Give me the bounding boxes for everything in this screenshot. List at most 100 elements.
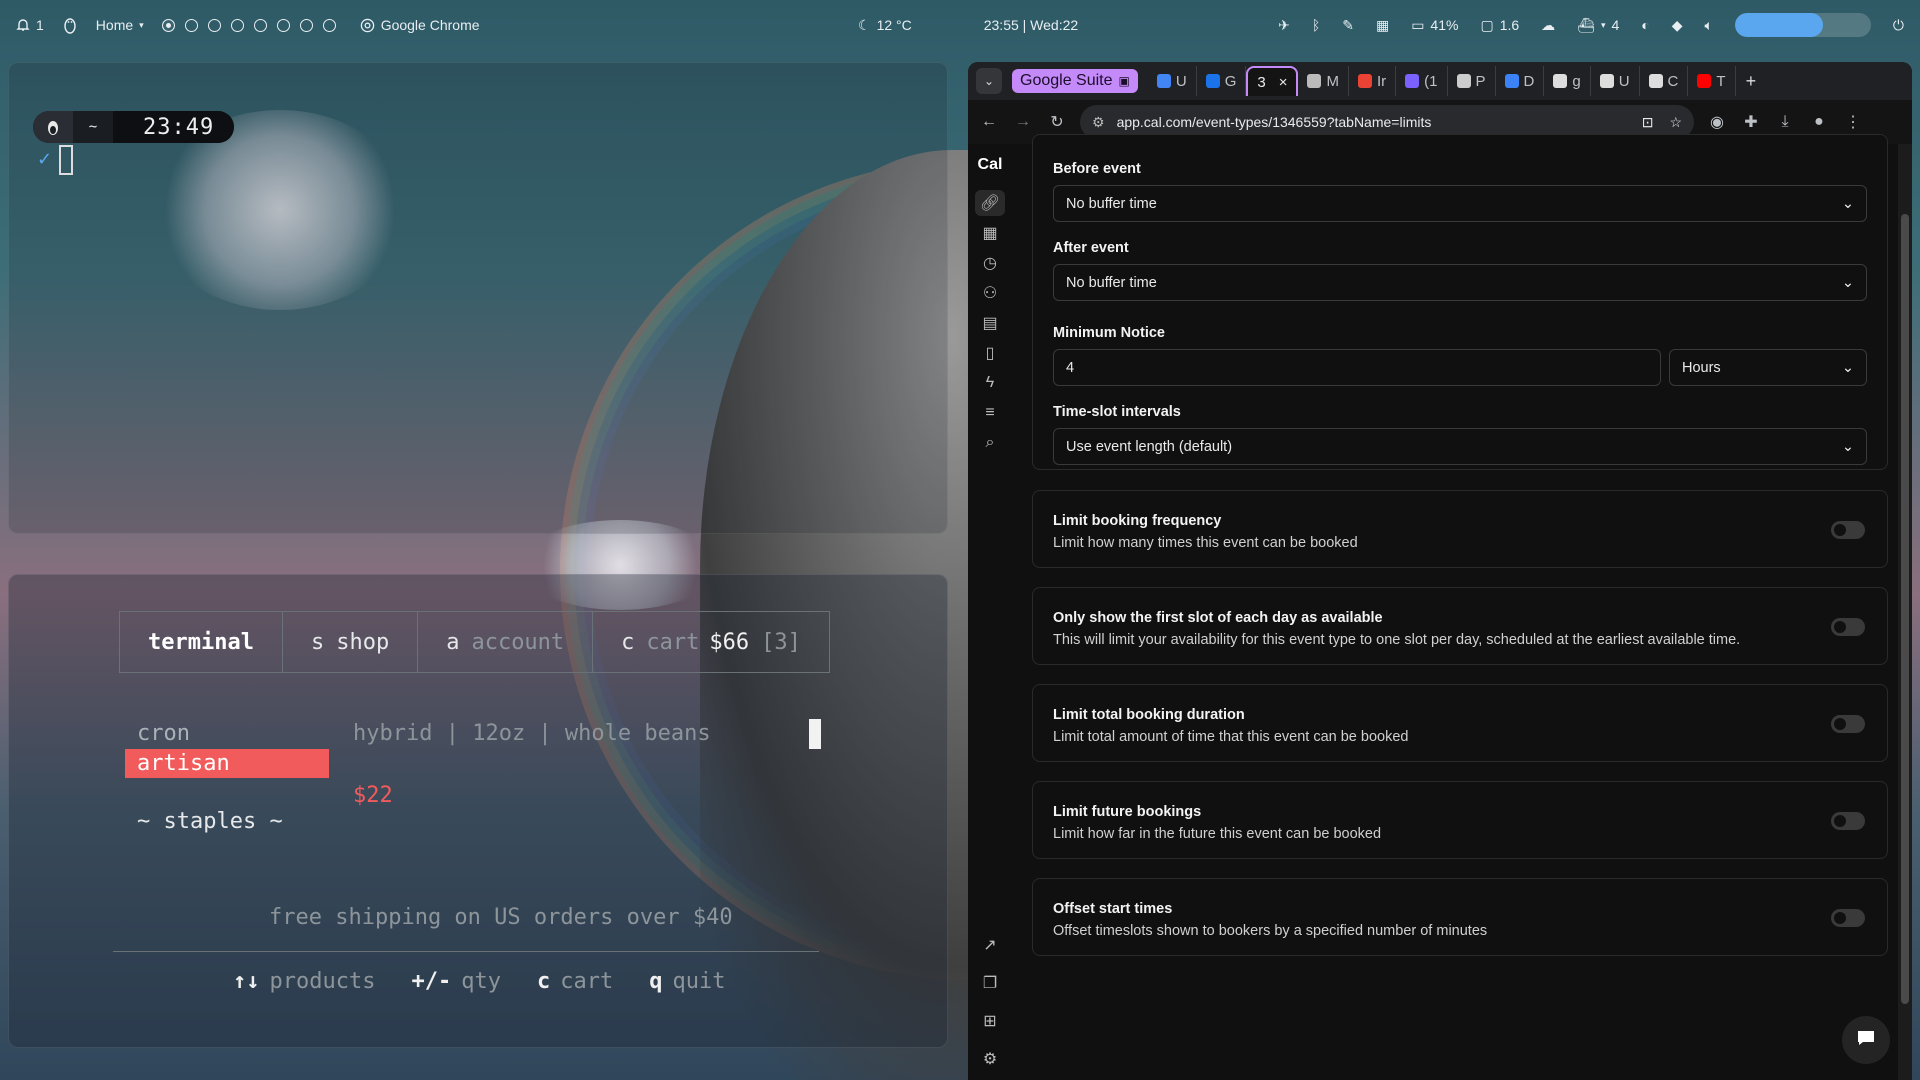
zap-icon[interactable]: ϟ (975, 370, 1005, 396)
reload-icon[interactable]: ↻ (1046, 112, 1068, 132)
limit-toggle[interactable] (1831, 521, 1865, 539)
clock-terminal-window[interactable]: ~ 23:49 ✓ (8, 62, 948, 534)
external-link-icon[interactable]: ↗ (975, 932, 1005, 958)
back-arrow-icon[interactable]: ← (978, 113, 1000, 131)
volume-slider[interactable] (1734, 13, 1871, 37)
slot-interval-select[interactable]: Use event length (default) ⌄ (1053, 428, 1867, 465)
volume-icon[interactable]: 🔈︎ (1705, 17, 1713, 34)
file-icon[interactable]: ▯ (975, 340, 1005, 366)
gift-icon[interactable]: ⊞ (975, 1008, 1005, 1034)
browser-tab[interactable]: P (1448, 66, 1496, 96)
menu-item-cron[interactable]: cron (137, 721, 190, 746)
new-tab-button[interactable]: + (1746, 71, 1757, 92)
chrome-window[interactable]: ⌄ Google Suite ▣ U G 3 × M Ir (1 P Dg U C T + ← → ↻… (968, 62, 1912, 1080)
profile-avatar[interactable]: ● (1808, 113, 1830, 131)
home-menu[interactable]: Home ▾ (96, 17, 144, 33)
install-app-icon[interactable]: ⊡ (1642, 114, 1654, 131)
wifi-icon[interactable]: ◆ (1672, 17, 1683, 34)
copy-icon[interactable]: ❐ (975, 970, 1005, 996)
browser-tab[interactable]: 3 × (1246, 66, 1299, 96)
workspace-dot[interactable] (184, 18, 198, 32)
cal-logo[interactable]: Cal (978, 156, 1003, 174)
limit-toggle[interactable] (1831, 715, 1865, 733)
select-value: Use event length (default) (1066, 438, 1233, 455)
tab-title: T (1716, 72, 1726, 90)
tab-shop[interactable]: s shop (283, 612, 419, 672)
tab-cart[interactable]: c cart $66 [3] (593, 612, 829, 672)
weather[interactable]: ☾ 12 °C (858, 17, 912, 34)
kebab-menu-icon[interactable]: ⋮ (1842, 112, 1864, 132)
top-bar: 1 Home ▾ Google Chrome ☾ 12 °C 23:55 | W… (0, 0, 1920, 50)
browser-tab[interactable]: M (1298, 66, 1349, 96)
browser-tab[interactable]: g (1544, 66, 1591, 96)
settings-icon[interactable]: ⚙ (975, 1046, 1005, 1072)
tab-search-button[interactable]: ⌄ (976, 68, 1002, 94)
browser-tab[interactable]: G (1197, 66, 1247, 96)
link-icon[interactable]: 🔗︎ (975, 190, 1005, 216)
clock[interactable]: 23:55 | Wed:22 (984, 17, 1078, 33)
forward-arrow-icon[interactable]: → (1012, 113, 1034, 131)
min-notice-unit-select[interactable]: Hours ⌄ (1669, 349, 1867, 386)
tab-terminal[interactable]: terminal (120, 612, 283, 672)
bookmark-star-icon[interactable]: ☆ (1669, 114, 1682, 131)
close-icon[interactable]: × (1279, 74, 1288, 91)
site-settings-icon[interactable]: ⚙ (1092, 114, 1105, 131)
linux-logo[interactable] (62, 16, 78, 34)
workspace-dot[interactable] (207, 18, 221, 32)
before-event-select[interactable]: No buffer time ⌄ (1053, 185, 1867, 222)
docker[interactable]: ⛴ ▾ 4 (1577, 17, 1619, 34)
limit-toggle[interactable] (1831, 812, 1865, 830)
tab-group-chip[interactable]: Google Suite ▣ (1012, 69, 1138, 93)
workspace-dot[interactable] (161, 18, 175, 32)
extensions-puzzle-icon[interactable]: ✚ (1740, 112, 1762, 132)
cloud-icon[interactable]: ☁ (1541, 17, 1555, 34)
select-value: No buffer time (1066, 274, 1157, 291)
browser-tab[interactable]: T (1688, 66, 1736, 96)
favicon-icon (1357, 74, 1372, 88)
chat-button[interactable] (1842, 1016, 1890, 1064)
browser-tab[interactable]: U (1148, 66, 1197, 96)
workspace-dot[interactable] (322, 18, 336, 32)
users-icon[interactable]: ⚇ (975, 280, 1005, 306)
scrollbar-thumb[interactable] (1901, 214, 1909, 1004)
browser-tab[interactable]: D (1496, 66, 1545, 96)
browser-tab[interactable]: Ir (1349, 66, 1397, 96)
active-app[interactable]: Google Chrome (360, 17, 480, 33)
extension-avatar-icon[interactable]: ◉ (1706, 112, 1728, 132)
search-icon[interactable]: ⌕ (975, 430, 1005, 456)
after-event-select[interactable]: No buffer time ⌄ (1053, 264, 1867, 301)
browser-tab[interactable]: (1 (1396, 66, 1448, 96)
workspace-dot[interactable] (299, 18, 313, 32)
theme-icon[interactable]: ◐ (1641, 17, 1649, 33)
key-label: qty (461, 969, 501, 994)
min-notice-input[interactable]: 4 (1053, 349, 1661, 386)
grid-icon[interactable]: ▤ (975, 310, 1005, 336)
airplane-icon[interactable]: ✈ (1278, 17, 1290, 34)
menu-item-artisan[interactable]: artisan (125, 749, 329, 778)
calendar-icon[interactable]: ▦ (975, 220, 1005, 246)
workspace-dot[interactable] (230, 18, 244, 32)
limit-toggle[interactable] (1831, 618, 1865, 636)
limit-toggle[interactable] (1831, 909, 1865, 927)
chart-icon[interactable]: ≡ (975, 400, 1005, 426)
page-scrollbar[interactable] (1898, 144, 1912, 1080)
workspace-dot[interactable] (276, 18, 290, 32)
clock-icon[interactable]: ◷ (975, 250, 1005, 276)
key-label: products (269, 969, 376, 994)
tab-account[interactable]: a account (418, 612, 594, 672)
browser-tab[interactable]: U (1591, 66, 1640, 96)
menu-item-staples[interactable]: ~ staples ~ (137, 809, 283, 834)
layout-icon[interactable]: ▦ (1376, 17, 1389, 34)
monitor[interactable]: ▢ 1.6 (1480, 17, 1519, 34)
tab-label: shop (336, 629, 390, 655)
notifications[interactable]: 1 (16, 17, 44, 33)
bluetooth-icon[interactable]: ᛒ (1312, 17, 1320, 33)
bell-icon (16, 18, 30, 32)
power-icon[interactable]: ⏻ (1893, 17, 1904, 34)
pen-icon[interactable]: ✎ (1342, 17, 1354, 34)
battery[interactable]: ▭ 41% (1411, 17, 1458, 34)
shop-terminal-window[interactable]: terminal s shop a account c cart $66 [3]… (8, 574, 948, 1048)
download-icon[interactable]: ⤓ (1774, 113, 1796, 131)
workspace-dot[interactable] (253, 18, 267, 32)
browser-tab[interactable]: C (1640, 66, 1689, 96)
